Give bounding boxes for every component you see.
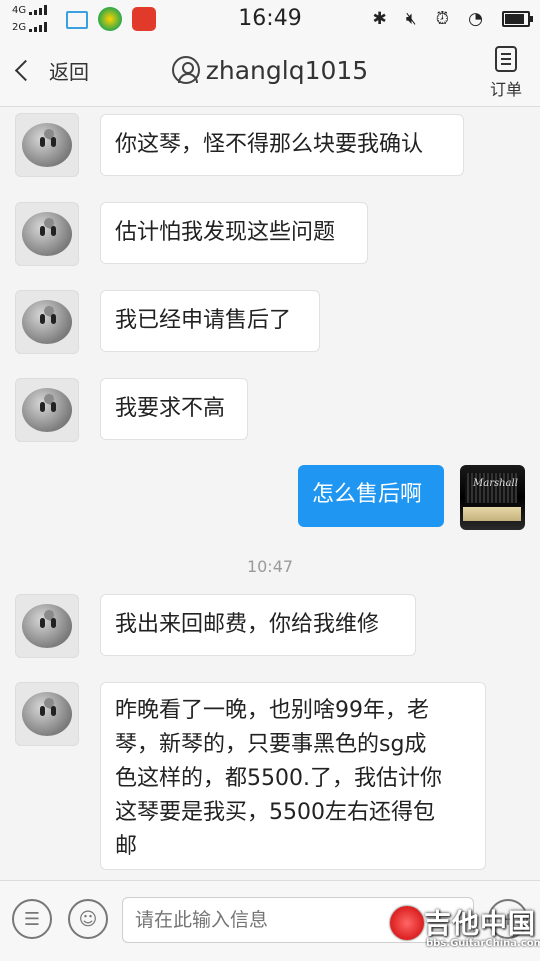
watermark: 吉他中国 bbs.GuitarChina.com <box>388 896 540 956</box>
bluetooth-icon: ✱ <box>372 8 387 29</box>
emoji-button[interactable]: ☺ <box>68 899 108 939</box>
message-bubble-incoming[interactable]: 我要求不高 <box>100 378 248 440</box>
message-line: 邮 <box>115 834 138 859</box>
message-line: 琴，新琴的，只要事黑色的sg成 <box>115 732 427 757</box>
message-bubble-incoming[interactable]: 昨晚看了一晚，也别啥99年，老 琴，新琴的，只要事黑色的sg成 色这样的，都55… <box>100 682 486 870</box>
ghost-face-icon <box>22 388 72 432</box>
smiley-icon: ☺ <box>78 908 98 930</box>
chat-bubble-icon: ☰ <box>23 908 41 930</box>
status-bar: 4G 2G 16:49 ✱ 🔇︎ ⏰︎ ◔ <box>0 0 540 38</box>
quick-reply-button[interactable]: ☰ <box>12 899 52 939</box>
ghost-face-icon <box>22 604 72 648</box>
amplifier-panel <box>463 507 521 521</box>
message-bubble-outgoing[interactable]: 怎么售后啊 <box>298 465 444 527</box>
message-line: 昨晚看了一晚，也别啥99年，老 <box>115 698 429 723</box>
message-line: 这琴要是我买，5500左右还得包 <box>115 800 435 825</box>
message-bubble-incoming[interactable]: 你这琴，怪不得那么块要我确认 <box>100 114 464 176</box>
orders-label: 订单 <box>489 80 522 99</box>
contact-avatar[interactable] <box>15 682 79 746</box>
chat-header: 返回 zhanglq1015 订单 <box>0 38 540 107</box>
contact-avatar[interactable] <box>15 113 79 177</box>
watermark-url: bbs.GuitarChina.com <box>426 938 540 949</box>
contact-avatar[interactable] <box>15 378 79 442</box>
battery-icon <box>502 10 533 27</box>
message-bubble-incoming[interactable]: 我出来回邮费，你给我维修 <box>100 594 416 656</box>
message-timestamp: 10:47 <box>246 557 294 576</box>
message-bubble-incoming[interactable]: 估计怕我发现这些问题 <box>100 202 368 264</box>
document-icon <box>494 46 517 72</box>
ghost-face-icon <box>22 692 72 736</box>
chat-title[interactable]: zhanglq1015 <box>0 56 540 85</box>
contact-avatar[interactable] <box>15 594 79 658</box>
message-list[interactable]: 你这琴，怪不得那么块要我确认 估计怕我发现这些问题 我已经申请售后了 我要求不高… <box>0 107 540 880</box>
message-bubble-incoming[interactable]: 我已经申请售后了 <box>100 290 320 352</box>
chat-title-text: zhanglq1015 <box>205 56 369 85</box>
mute-icon: 🔇︎ <box>405 8 417 29</box>
avatar-logo-text: Marshall <box>473 478 518 489</box>
person-icon <box>171 56 200 84</box>
guitar-logo-icon <box>390 906 424 940</box>
contact-avatar[interactable] <box>15 202 79 266</box>
message-line: 色这样的，都5500.了，我估计你 <box>115 766 442 791</box>
my-avatar[interactable]: Marshall <box>460 465 525 530</box>
watermark-text: 吉他中国 <box>424 909 536 940</box>
ghost-face-icon <box>22 123 72 167</box>
contact-avatar[interactable] <box>15 290 79 354</box>
status-icons: ✱ 🔇︎ ⏰︎ ◔ <box>359 8 533 30</box>
ghost-face-icon <box>22 300 72 344</box>
alarm-icon: ⏰︎ <box>435 8 449 29</box>
wifi-icon: ◔ <box>468 8 483 29</box>
ghost-face-icon <box>22 212 72 256</box>
orders-button[interactable]: 订单 <box>490 46 522 100</box>
